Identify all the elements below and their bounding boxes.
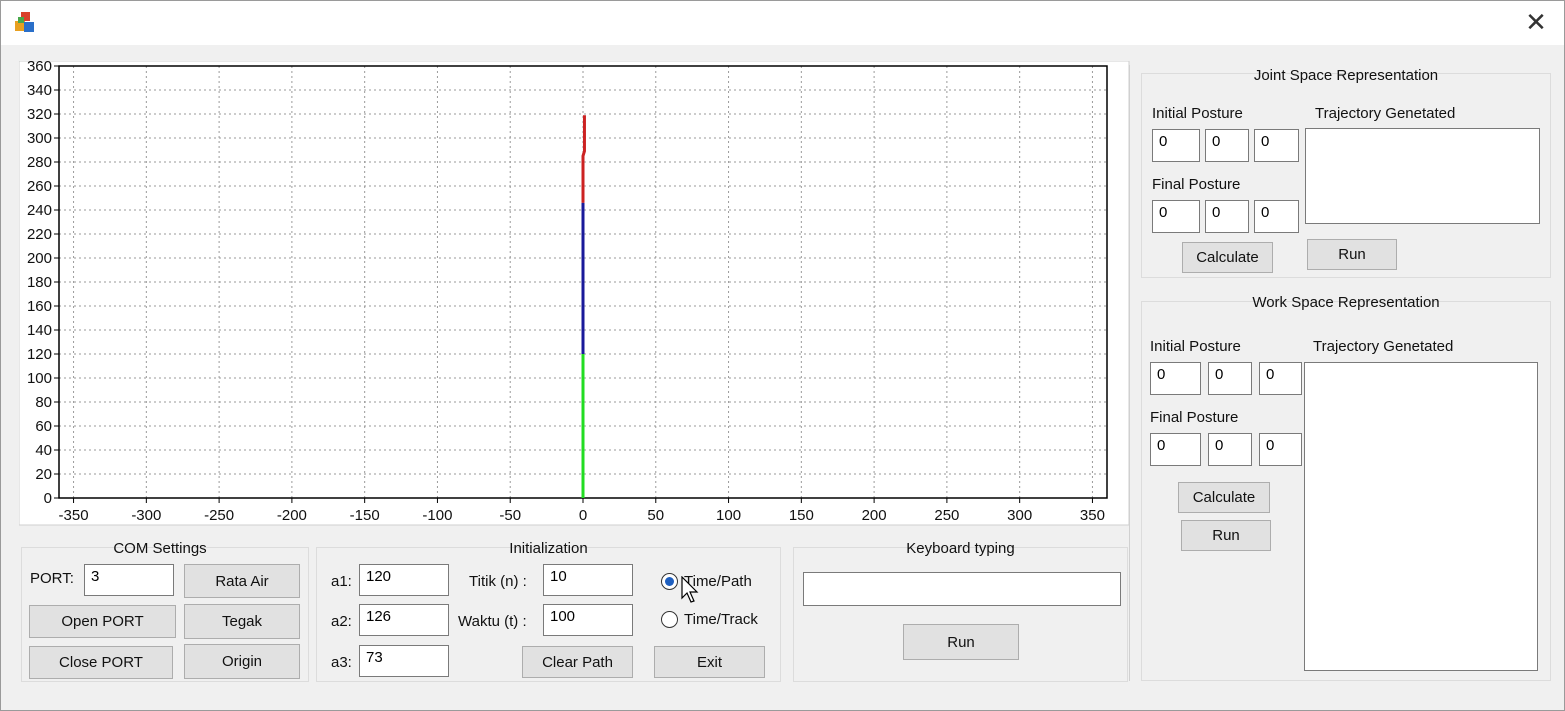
joint-run-button[interactable]: Run	[1307, 239, 1397, 270]
x-tick-label: 150	[789, 507, 814, 524]
joint-final-input-3[interactable]: 0	[1254, 200, 1299, 233]
y-tick-label: 160	[27, 298, 52, 315]
close-port-button[interactable]: Close PORT	[29, 646, 173, 679]
y-tick-label: 340	[27, 82, 52, 99]
work-calculate-button[interactable]: Calculate	[1178, 482, 1270, 513]
x-tick-label: -50	[499, 507, 521, 524]
x-tick-label: 200	[862, 507, 887, 524]
trajectory-chart: -350 -300 -250 -200 -150 -100 -50 0 50 100 150 200 2…	[19, 61, 1130, 526]
y-tick-label: 140	[27, 322, 52, 339]
title-bar: ✕	[1, 1, 1564, 45]
waktu-input[interactable]: 100	[543, 604, 633, 636]
joint-trajectory-list[interactable]	[1305, 128, 1540, 224]
app-icon	[15, 12, 34, 32]
x-tick-label: -200	[277, 507, 307, 524]
joint-calculate-button[interactable]: Calculate	[1182, 242, 1273, 273]
a2-label: a2:	[331, 613, 352, 630]
joint-trajectory-label: Trajectory Genetated	[1315, 105, 1456, 122]
waktu-label: Waktu (t) :	[458, 613, 527, 630]
work-initial-input-2[interactable]: 0	[1208, 362, 1252, 395]
joint-final-input-2[interactable]: 0	[1205, 200, 1249, 233]
a1-input[interactable]: 120	[359, 564, 449, 596]
keyboard-typing-group: Keyboard typing	[793, 540, 1128, 682]
work-initial-input-3[interactable]: 0	[1259, 362, 1302, 395]
time-path-radio[interactable]	[661, 573, 678, 590]
y-tick-label: 220	[27, 226, 52, 243]
x-tick-label: -250	[204, 507, 234, 524]
x-tick-label: -300	[131, 507, 161, 524]
work-initial-label: Initial Posture	[1150, 338, 1241, 355]
x-tick-label: 350	[1080, 507, 1105, 524]
titik-label: Titik (n) :	[469, 573, 527, 590]
y-tick-label: 40	[35, 442, 52, 459]
work-trajectory-label: Trajectory Genetated	[1313, 338, 1454, 355]
y-tick-label: 120	[27, 346, 52, 363]
tegak-button[interactable]: Tegak	[184, 604, 300, 639]
y-tick-label: 300	[27, 130, 52, 147]
x-tick-label: 300	[1007, 507, 1032, 524]
work-space-title: Work Space Representation	[1252, 294, 1440, 311]
joint-space-title: Joint Space Representation	[1253, 67, 1439, 84]
open-port-button[interactable]: Open PORT	[29, 605, 176, 638]
x-tick-label: 100	[716, 507, 741, 524]
work-final-input-2[interactable]: 0	[1208, 433, 1252, 466]
work-final-input-3[interactable]: 0	[1259, 433, 1302, 466]
initialization-title: Initialization	[509, 540, 588, 557]
joint-initial-input-3[interactable]: 0	[1254, 129, 1299, 162]
a2-input[interactable]: 126	[359, 604, 449, 636]
y-tick-label: 320	[27, 106, 52, 123]
main-window: ✕ -350 -300 -250 -200 -150 -100 -50 0 50 100 150 20…	[0, 0, 1565, 711]
x-tick-label: 0	[579, 507, 587, 524]
titik-input[interactable]: 10	[543, 564, 633, 596]
x-tick-label: 250	[934, 507, 959, 524]
y-tick-label: 0	[44, 490, 52, 507]
y-tick-label: 240	[27, 202, 52, 219]
work-run-button[interactable]: Run	[1181, 520, 1271, 551]
y-tick-label: 60	[35, 418, 52, 435]
keyboard-run-button[interactable]: Run	[903, 624, 1019, 660]
port-input[interactable]: 3	[84, 564, 174, 596]
joint-initial-input-2[interactable]: 0	[1205, 129, 1249, 162]
x-tick-label: -100	[422, 507, 452, 524]
y-tick-label: 200	[27, 250, 52, 267]
com-settings-title: COM Settings	[113, 540, 207, 557]
exit-button[interactable]: Exit	[654, 646, 765, 678]
a3-input[interactable]: 73	[359, 645, 449, 677]
joint-final-label: Final Posture	[1152, 176, 1241, 193]
work-trajectory-list[interactable]	[1304, 362, 1538, 671]
rata-air-button[interactable]: Rata Air	[184, 564, 300, 598]
joint-initial-input-1[interactable]: 0	[1152, 129, 1200, 162]
keyboard-typing-title: Keyboard typing	[906, 540, 1015, 557]
panel-divider	[1129, 65, 1130, 681]
work-initial-input-1[interactable]: 0	[1150, 362, 1201, 395]
y-tick-label: 80	[35, 394, 52, 411]
work-final-label: Final Posture	[1150, 409, 1239, 426]
x-tick-label: 50	[647, 507, 664, 524]
origin-button[interactable]: Origin	[184, 644, 300, 679]
y-tick-label: 360	[27, 61, 52, 75]
a1-label: a1:	[331, 573, 352, 590]
trajectory-segment-3	[581, 115, 586, 203]
y-tick-label: 280	[27, 154, 52, 171]
time-track-radio[interactable]	[661, 611, 678, 628]
mouse-cursor-icon	[681, 576, 699, 603]
y-tick-label: 260	[27, 178, 52, 195]
port-label: PORT:	[30, 570, 74, 587]
y-tick-label: 180	[27, 274, 52, 291]
y-tick-label: 20	[35, 466, 52, 483]
a3-label: a3:	[331, 654, 352, 671]
joint-final-input-1[interactable]: 0	[1152, 200, 1200, 233]
close-icon[interactable]: ✕	[1516, 7, 1556, 39]
x-tick-label: -150	[350, 507, 380, 524]
joint-initial-label: Initial Posture	[1152, 105, 1243, 122]
y-tick-label: 100	[27, 370, 52, 387]
clear-path-button[interactable]: Clear Path	[522, 646, 633, 678]
x-tick-label: -350	[59, 507, 89, 524]
keyboard-input[interactable]	[803, 572, 1121, 606]
time-track-label[interactable]: Time/Track	[684, 611, 758, 628]
work-final-input-1[interactable]: 0	[1150, 433, 1201, 466]
